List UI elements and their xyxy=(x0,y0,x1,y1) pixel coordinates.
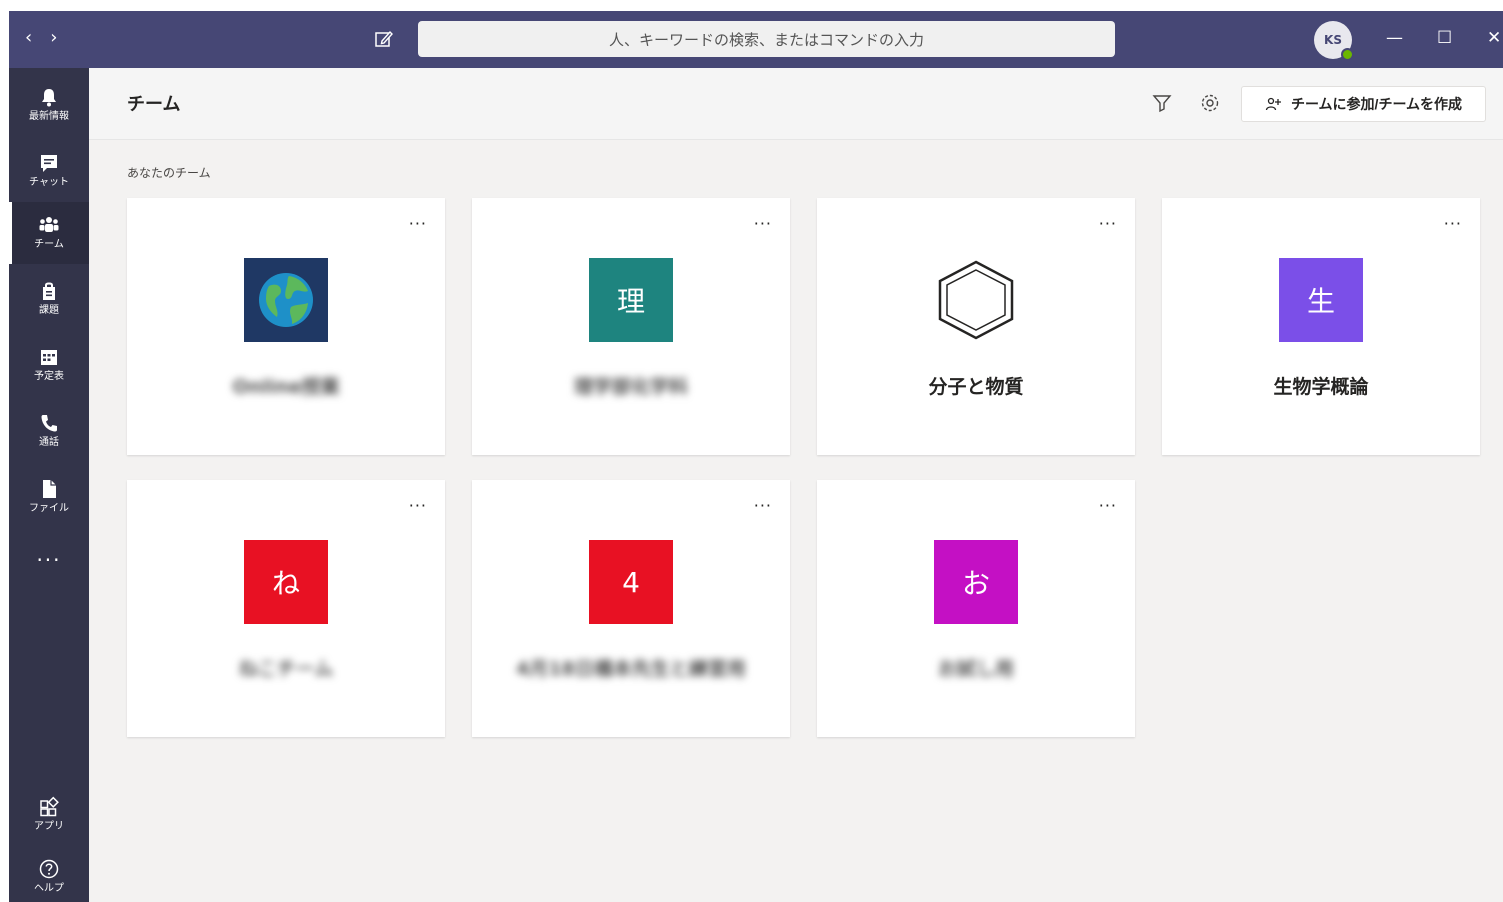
rail-label: アプリ xyxy=(34,821,64,832)
assignments-icon xyxy=(43,282,55,300)
rail-item-activity[interactable]: 最新情報 xyxy=(9,74,89,136)
bell-icon xyxy=(42,89,56,107)
team-card[interactable]: ··· 生 生物学概論 xyxy=(1162,198,1480,455)
rail-label: 最新情報 xyxy=(29,111,69,122)
apps-icon xyxy=(40,796,59,817)
file-icon xyxy=(43,480,56,498)
team-card[interactable]: ··· 分子と物質 xyxy=(817,198,1135,455)
team-name: お試し用 xyxy=(937,658,1014,680)
search-input[interactable]: 人、キーワードの検索、またはコマンドの入力 xyxy=(418,21,1115,57)
globe-icon xyxy=(259,273,313,327)
presence-status-icon xyxy=(1341,48,1354,61)
team-logo: 4 xyxy=(589,540,673,624)
team-name: Online授業 xyxy=(232,376,340,398)
close-button[interactable]: ✕ xyxy=(1487,28,1501,48)
chat-icon xyxy=(41,155,57,172)
team-card[interactable]: ··· ね ねこチーム xyxy=(127,480,445,737)
section-label: あなたのチーム xyxy=(127,166,211,180)
more-options-button[interactable]: ··· xyxy=(1444,214,1462,233)
rail-item-apps[interactable]: アプリ xyxy=(9,784,89,846)
team-card[interactable]: ··· Online授業 xyxy=(127,198,445,455)
team-card[interactable]: ··· お お試し用 xyxy=(817,480,1135,737)
rail-item-calendar[interactable]: 予定表 xyxy=(9,334,89,396)
back-button[interactable]: ‹ xyxy=(25,27,32,49)
team-name: 分子と物質 xyxy=(928,376,1024,398)
history-nav: ‹ › xyxy=(25,27,57,49)
team-name: 理学部化学科 xyxy=(573,376,688,398)
join-button-label: チームに参加/チームを作成 xyxy=(1290,96,1463,112)
more-apps-button[interactable]: ··· xyxy=(9,548,89,572)
rail-item-files[interactable]: ファイル xyxy=(9,466,89,528)
rail-item-assignments[interactable]: 課題 xyxy=(9,268,89,330)
more-options-button[interactable]: ··· xyxy=(1099,496,1117,515)
team-logo: ね xyxy=(244,540,328,624)
rail-label: 通話 xyxy=(39,437,59,448)
team-logo: お xyxy=(934,540,1018,624)
rail-item-calls[interactable]: 通話 xyxy=(9,400,89,462)
avatar[interactable]: KS xyxy=(1314,21,1354,61)
more-options-button[interactable]: ··· xyxy=(409,496,427,515)
teams-icon xyxy=(39,217,59,232)
team-name: ねこチーム xyxy=(238,658,334,680)
join-or-create-team-button[interactable]: チームに参加/チームを作成 xyxy=(1241,86,1486,122)
team-name: 生物学概論 xyxy=(1273,376,1369,398)
team-logo xyxy=(244,258,328,342)
team-logo: 理 xyxy=(589,258,673,342)
team-card[interactable]: ··· 理 理学部化学科 xyxy=(472,198,790,455)
avatar-initials: KS xyxy=(1324,33,1342,47)
more-options-button[interactable]: ··· xyxy=(1099,214,1117,233)
rail-label: チーム xyxy=(34,239,64,250)
minimize-button[interactable]: — xyxy=(1386,28,1403,48)
teams-main: チーム チームに参加/チームを作成 あなたのチーム ··· Online授業 ·… xyxy=(89,68,1503,902)
rail-label: チャット xyxy=(29,177,69,188)
rail-label: 課題 xyxy=(39,305,59,316)
new-chat-icon[interactable] xyxy=(373,28,397,52)
filter-icon[interactable] xyxy=(1151,92,1173,114)
add-team-icon xyxy=(1265,97,1281,111)
app-bar: 最新情報 チャット チーム 課題 予定表 通話 ファイル ··· アプリ ヘルプ xyxy=(9,68,89,902)
team-card[interactable]: ··· 4 4月18日橋本先生と練習用 xyxy=(472,480,790,737)
page-title: チーム xyxy=(127,94,181,115)
team-name: 4月18日橋本先生と練習用 xyxy=(516,658,746,680)
more-options-button[interactable]: ··· xyxy=(754,496,772,515)
rail-item-teams[interactable]: チーム xyxy=(9,202,89,264)
forward-button[interactable]: › xyxy=(50,27,57,49)
gear-icon[interactable] xyxy=(1199,92,1221,114)
hexagon-icon xyxy=(938,260,1014,340)
rail-item-help[interactable]: ヘルプ xyxy=(9,846,89,902)
rail-label: ヘルプ xyxy=(34,883,64,894)
maximize-button[interactable]: ☐ xyxy=(1437,28,1452,48)
page-header: チーム チームに参加/チームを作成 xyxy=(89,68,1503,140)
rail-item-chat[interactable]: チャット xyxy=(9,140,89,202)
title-bar: ‹ › 人、キーワードの検索、またはコマンドの入力 KS — ☐ ✕ xyxy=(9,11,1503,68)
rail-label: ファイル xyxy=(29,503,69,514)
rail-label: 予定表 xyxy=(34,371,64,382)
more-options-button[interactable]: ··· xyxy=(754,214,772,233)
calendar-icon xyxy=(41,350,57,365)
phone-icon xyxy=(41,415,57,432)
help-icon xyxy=(39,859,59,879)
team-logo xyxy=(934,258,1018,342)
more-options-button[interactable]: ··· xyxy=(409,214,427,233)
team-logo: 生 xyxy=(1279,258,1363,342)
